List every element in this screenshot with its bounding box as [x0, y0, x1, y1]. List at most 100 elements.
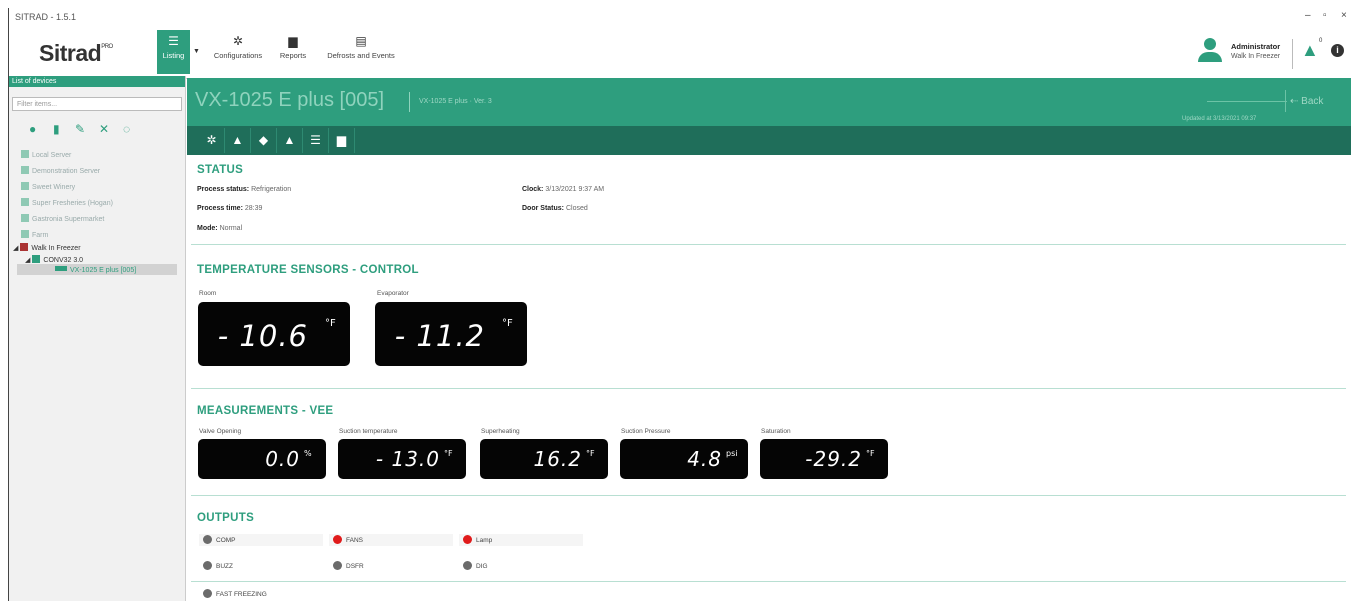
- tree-item-demo-server[interactable]: Demonstration Server: [21, 166, 100, 175]
- user-avatar-icon[interactable]: [1197, 38, 1223, 66]
- superheating-unit: °F: [586, 449, 595, 458]
- alarm-icon[interactable]: ▲: [277, 128, 303, 153]
- evaporator-temperature-display: - 11.2 °F: [375, 302, 527, 366]
- outputs-title: OUTPUTS: [197, 512, 255, 524]
- tools-icon[interactable]: ✕: [99, 122, 109, 136]
- output-fans: FANS: [333, 535, 363, 544]
- tree-item-label: Demonstration Server: [32, 168, 101, 175]
- user-location: Walk In Freezer: [1231, 53, 1281, 60]
- suction-pressure-label: Suction Pressure: [621, 428, 671, 435]
- tree-item-super-fresheries[interactable]: Super Fresheries (Hogan): [21, 198, 113, 207]
- tree-item-label: Gastronia Supermarket: [32, 216, 105, 223]
- mode-value: Normal: [219, 225, 243, 232]
- output-buzz: BUZZ: [203, 561, 233, 570]
- sitrad-window: SITRAD - 1.5.1 – ▫ × SitradPRO ☰ Listing…: [8, 8, 1351, 601]
- output-label: FANS: [346, 537, 363, 544]
- output-label: DIG: [476, 563, 488, 570]
- mode: Mode: Normal: [197, 225, 242, 232]
- status-led: [203, 561, 212, 570]
- status-led: [203, 535, 212, 544]
- settings-icon[interactable]: ✲: [199, 128, 225, 153]
- gear-icon: ✲: [232, 34, 244, 48]
- logo-text: Sitrad: [39, 40, 102, 66]
- section-divider: [191, 388, 1346, 389]
- tree-item-label: Super Fresheries (Hogan): [32, 200, 113, 207]
- room-temperature-value: - 10.6: [217, 319, 308, 353]
- reports-button[interactable]: ▆ Reports: [273, 30, 313, 74]
- output-label: Lamp: [476, 537, 493, 544]
- evaporator-temperature-unit: °F: [502, 318, 513, 329]
- clock-label: Clock:: [522, 186, 544, 193]
- server-icon: [20, 243, 29, 251]
- status-title: STATUS: [197, 164, 244, 176]
- room-label: Room: [199, 290, 217, 297]
- close-button[interactable]: ×: [1341, 10, 1347, 21]
- process-time-value: 28:39: [244, 205, 263, 212]
- process-status: Process status: Refrigeration: [197, 186, 291, 193]
- tree-item-sweet-winery[interactable]: Sweet Winery: [21, 182, 75, 191]
- tree-item-walk-in-freezer[interactable]: ◢ Walk In Freezer: [13, 243, 81, 252]
- main-toolbar: SitradPRO ☰ Listing ▼ ✲ Configurations ▆…: [9, 26, 1351, 79]
- suction-temperature-label: Suction temperature: [339, 428, 398, 435]
- output-lamp: Lamp: [463, 535, 492, 544]
- suction-pressure-value: 4.8: [687, 447, 722, 471]
- device-detail: VX-1025 E plus [005] VX-1025 E plus · Ve…: [187, 78, 1351, 601]
- chevron-down-icon[interactable]: ▼: [193, 48, 200, 55]
- section-divider: [191, 581, 1346, 582]
- notification-icon[interactable]: ◆: [251, 128, 277, 153]
- process-time: Process time: 28:39: [197, 205, 262, 212]
- configurations-button[interactable]: ✲ Configurations: [205, 30, 271, 74]
- tree-item-farm[interactable]: Farm: [21, 230, 48, 239]
- maximize-button[interactable]: ▫: [1323, 10, 1327, 21]
- server-icon: [21, 182, 29, 190]
- superheating-display: 16.2 °F: [480, 439, 608, 479]
- saturation-value: -29.2: [805, 447, 862, 471]
- filter-input[interactable]: Filter items...: [12, 97, 182, 111]
- status-led: [333, 535, 342, 544]
- room-temperature-display: - 10.6 °F: [198, 302, 350, 366]
- tree-item-gastronia[interactable]: Gastronia Supermarket: [21, 214, 104, 223]
- section-divider: [191, 495, 1346, 496]
- tree-item-label: CONV32 3.0: [43, 257, 84, 264]
- document-icon[interactable]: ▆: [329, 128, 355, 153]
- expand-icon[interactable]: ◢: [13, 245, 18, 252]
- add-icon[interactable]: ●: [29, 122, 36, 136]
- header-divider: [1285, 90, 1286, 112]
- output-dsfr: DSFR: [333, 561, 364, 570]
- tree-item-vx1025[interactable]: VX-1025 E plus [005]: [55, 266, 136, 274]
- suction-pressure-unit: psi: [726, 449, 738, 458]
- bell-icon[interactable]: ▲: [225, 128, 251, 153]
- server-icon: [21, 214, 29, 222]
- status-led: [333, 561, 342, 570]
- minimize-button[interactable]: –: [1305, 10, 1311, 21]
- valve-opening-label: Valve Opening: [199, 428, 242, 435]
- tree-item-label: Local Server: [32, 152, 72, 159]
- delete-icon[interactable]: ▮: [53, 122, 60, 136]
- process-status-value: Refrigeration: [251, 186, 292, 193]
- defrosts-events-button[interactable]: ▤ Defrosts and Events: [315, 30, 407, 74]
- alarm-icon[interactable]: ▲: [1301, 40, 1319, 61]
- configurations-label: Configurations: [213, 51, 263, 60]
- tree-item-local-server[interactable]: Local Server: [21, 150, 71, 159]
- temperature-title: TEMPERATURE SENSORS - CONTROL: [197, 264, 419, 276]
- document-icon: ▆: [288, 34, 298, 48]
- back-button[interactable]: ⇠ Back: [1290, 96, 1323, 107]
- superheating-label: Superheating: [481, 428, 520, 435]
- tree-item-label: Farm: [32, 232, 49, 239]
- expand-icon[interactable]: ◢: [25, 257, 30, 264]
- valve-opening-unit: %: [304, 449, 312, 458]
- valve-opening-display: 0.0 %: [198, 439, 326, 479]
- user-name[interactable]: Administrator: [1231, 42, 1280, 51]
- info-icon[interactable]: i: [1331, 44, 1344, 57]
- listing-label: Listing: [162, 51, 185, 60]
- section-divider: [191, 244, 1346, 245]
- edit-icon[interactable]: ✎: [75, 122, 85, 136]
- window-title: SITRAD - 1.5.1: [15, 12, 77, 22]
- list-icon[interactable]: ☰: [303, 128, 329, 153]
- listing-button[interactable]: ☰ Listing: [157, 30, 190, 74]
- toolbar-divider: [1292, 39, 1293, 69]
- door-status-value: Closed: [565, 205, 588, 212]
- tree-item-conv32[interactable]: ◢ CONV32 3.0: [25, 255, 83, 264]
- refresh-icon[interactable]: ◌: [123, 122, 130, 136]
- suction-temperature-value: - 13.0: [375, 447, 440, 471]
